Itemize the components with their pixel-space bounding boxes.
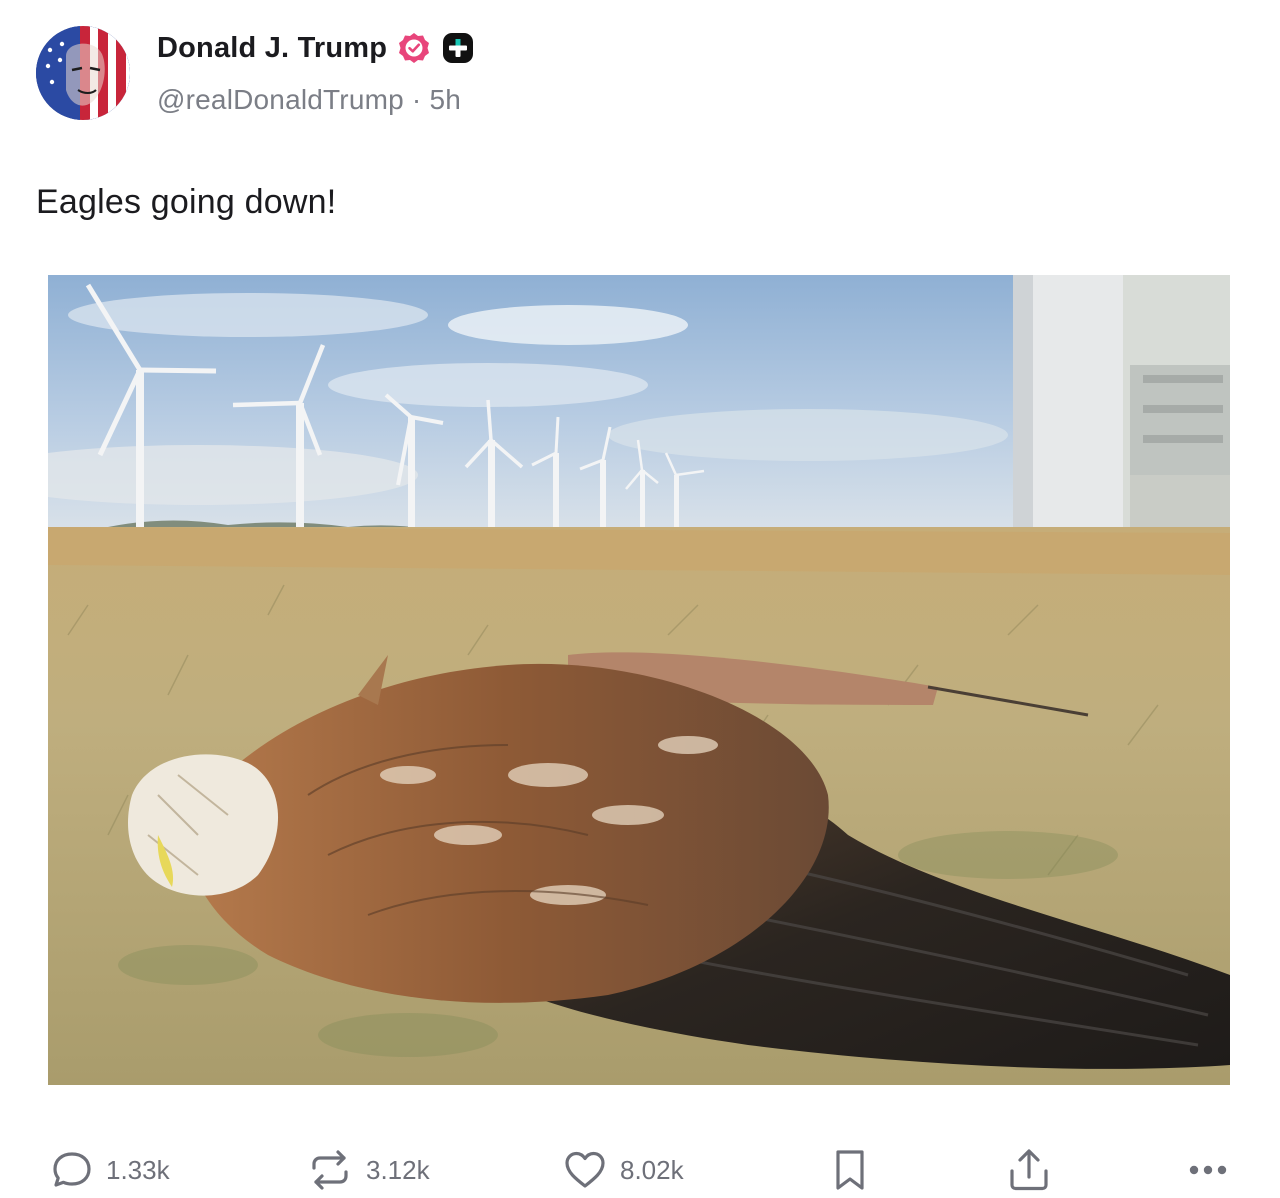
like-count: 8.02k: [620, 1154, 684, 1185]
action-bar: 1.33k 3.12k 8.02k: [0, 1138, 1280, 1198]
author-avatar[interactable]: [36, 26, 130, 120]
author-name-row: Donald J. Trump: [157, 30, 475, 66]
repost-icon: [312, 1150, 348, 1190]
more-options-button[interactable]: [1186, 1148, 1232, 1192]
like-button[interactable]: 8.02k: [562, 1148, 684, 1192]
repost-count: 3.12k: [366, 1154, 430, 1185]
author-display-name[interactable]: Donald J. Trump: [157, 32, 387, 65]
post-time[interactable]: 5h: [429, 84, 461, 115]
meta-separator: ·: [411, 84, 422, 115]
share-icon: [1010, 1149, 1048, 1191]
share-button[interactable]: [1006, 1148, 1052, 1192]
reply-icon: [53, 1152, 91, 1187]
verified-badge-icon: [397, 31, 431, 65]
post-text: Eagles going down!: [36, 183, 337, 221]
author-meta: @realDonaldTrump · 5h: [157, 84, 461, 116]
post-photo: [48, 275, 1230, 1085]
bookmark-button[interactable]: [832, 1148, 868, 1192]
repost-button[interactable]: 3.12k: [306, 1148, 430, 1192]
author-handle[interactable]: @realDonaldTrump: [157, 84, 404, 115]
reply-count: 1.33k: [106, 1154, 170, 1185]
more-icon: [1189, 1165, 1227, 1175]
post-card: Donald J. Trump @realDonaldTrump · 5h Eagl…: [0, 0, 1280, 1197]
heart-icon: [565, 1151, 605, 1188]
bookmark-icon: [836, 1150, 864, 1190]
post-image[interactable]: [48, 275, 1230, 1085]
avatar-flag-portrait-icon: [36, 26, 130, 120]
plus-badge-icon: [441, 31, 475, 65]
reply-button[interactable]: 1.33k: [50, 1148, 170, 1192]
